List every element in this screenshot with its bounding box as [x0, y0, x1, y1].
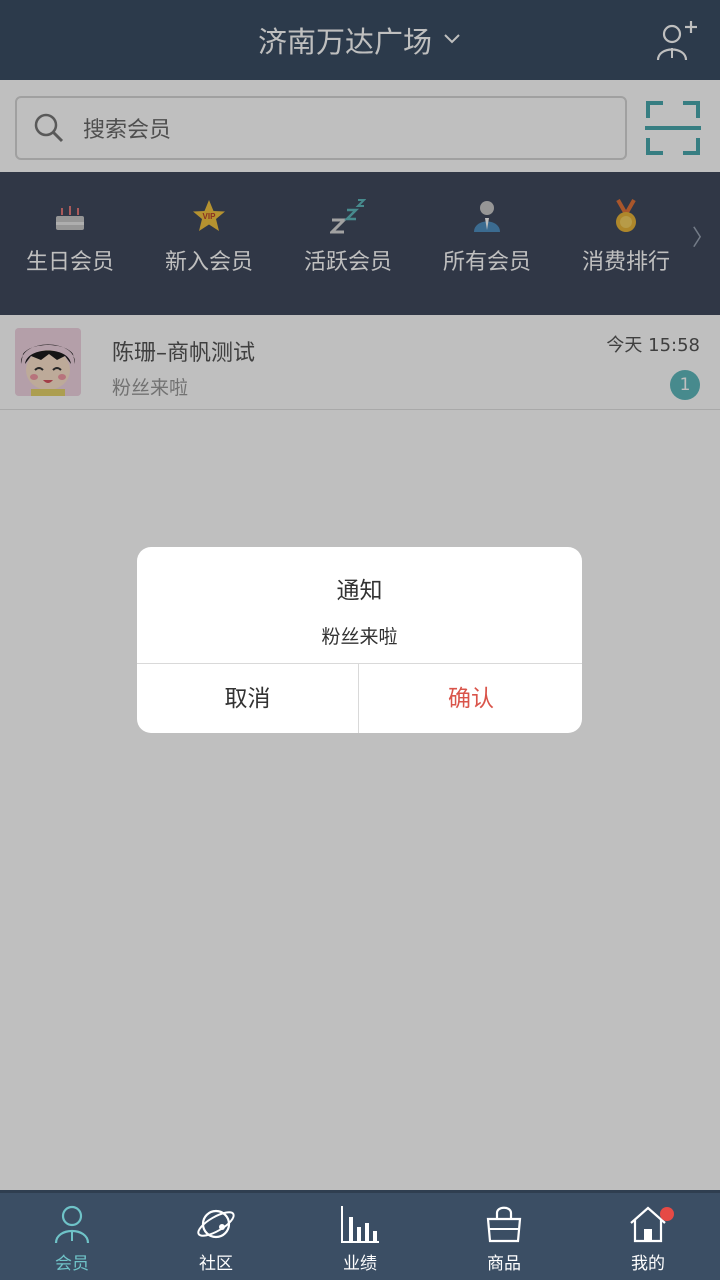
shopping-bag-icon: [486, 1206, 522, 1243]
tab-community[interactable]: 社区: [144, 1193, 288, 1280]
member-icon: [54, 1205, 90, 1244]
tab-members[interactable]: 会员: [0, 1193, 144, 1280]
tab-me[interactable]: 我的: [576, 1193, 720, 1280]
tab-label: 业绩: [343, 1254, 377, 1274]
tab-label: 会员: [55, 1254, 89, 1274]
dialog-message: 粉丝来啦: [321, 626, 398, 648]
bottom-tab-bar: 会员 社区 业绩 商品 我的: [0, 1190, 720, 1280]
dialog-title: 通知: [336, 578, 383, 604]
bar-chart-icon: [341, 1206, 379, 1243]
dialog-buttons: 取消 确认: [137, 663, 582, 733]
notification-dialog: 通知 粉丝来啦 取消 确认: [137, 547, 582, 733]
tab-label: 商品: [487, 1254, 521, 1274]
tab-performance[interactable]: 业绩: [288, 1193, 432, 1280]
tab-label: 我的: [631, 1254, 665, 1274]
tab-label: 社区: [199, 1254, 233, 1274]
confirm-button[interactable]: 确认: [360, 664, 582, 733]
tab-products[interactable]: 商品: [432, 1193, 576, 1280]
notification-dot: [660, 1207, 674, 1221]
cancel-button[interactable]: 取消: [137, 664, 359, 733]
planet-icon: [197, 1209, 235, 1239]
